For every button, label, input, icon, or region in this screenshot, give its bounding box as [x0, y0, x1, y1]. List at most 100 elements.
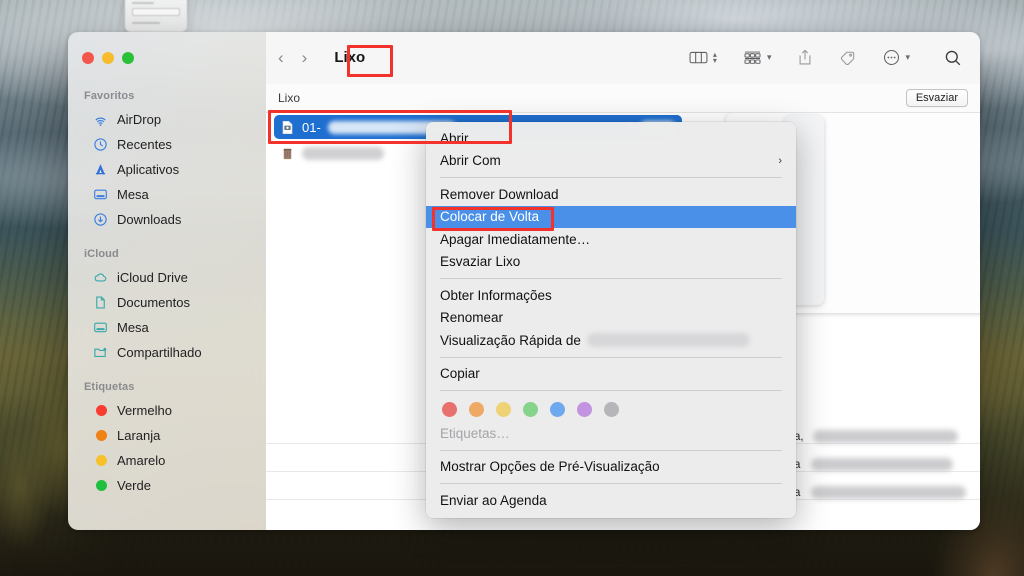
applications-icon — [92, 162, 108, 178]
tag-dot-icon — [92, 403, 108, 419]
sidebar-item-icloud-drive[interactable]: iCloud Drive — [76, 265, 258, 290]
menu-item-abrir[interactable]: Abrir — [426, 127, 796, 150]
menu-separator — [440, 177, 782, 178]
share-icon[interactable] — [797, 49, 813, 66]
sidebar-item-compartilhado[interactable]: Compartilhado — [76, 340, 258, 365]
group-by-icon[interactable] — [743, 50, 762, 65]
menu-item-label: Visualização Rápida de — [440, 332, 581, 348]
tag-color-blue[interactable] — [550, 402, 565, 417]
sidebar-item-label: Mesa — [117, 320, 149, 335]
sidebar-item-mesa-icloud[interactable]: Mesa — [76, 315, 258, 340]
toolbar: ‹ › Lixo ▴ ▾ ▾ ▾ — [266, 32, 980, 84]
tag-color-yellow[interactable] — [496, 402, 511, 417]
minimize-button[interactable] — [102, 52, 114, 64]
sidebar-item-label: Documentos — [117, 295, 190, 310]
menu-item-enviar-ao-agenda[interactable]: Enviar ao Agenda — [426, 489, 796, 512]
tag-dot-icon — [92, 453, 108, 469]
sidebar-item-mesa[interactable]: Mesa — [76, 182, 258, 207]
sidebar-item-documentos[interactable]: Documentos — [76, 290, 258, 315]
sidebar-item-label: Laranja — [117, 428, 161, 443]
chevron-down-icon[interactable]: ▾ — [767, 52, 772, 63]
context-menu: Abrir Abrir Com › Remover Download Coloc… — [426, 122, 796, 518]
menu-item-mostrar-opcoes-previsualizacao[interactable]: Mostrar Opções de Pré-Visualização — [426, 456, 796, 479]
sidebar-item-airdrop[interactable]: AirDrop — [76, 107, 258, 132]
group-by-button[interactable]: ▾ — [743, 50, 772, 65]
more-actions-icon[interactable] — [883, 49, 900, 66]
tag-button[interactable] — [839, 50, 857, 65]
menu-item-label: Esvaziar Lixo — [440, 254, 521, 270]
tag-color-orange[interactable] — [469, 402, 484, 417]
tag-color-red[interactable] — [442, 402, 457, 417]
table-row[interactable] — [274, 141, 394, 165]
sidebar-item-aplicativos[interactable]: Aplicativos — [76, 157, 258, 182]
column-view-icon[interactable] — [689, 50, 708, 65]
screen: Favoritos AirDrop Recentes Aplicativos M… — [0, 0, 1024, 576]
menu-separator — [440, 278, 782, 279]
more-actions-button[interactable]: ▾ — [883, 49, 910, 66]
window-title-wrap: Lixo — [325, 46, 374, 69]
search-icon[interactable] — [944, 49, 962, 67]
sidebar-item-amarelo[interactable]: Amarelo — [76, 448, 258, 473]
sidebar-section-icloud: iCloud — [84, 248, 119, 260]
empty-trash-button[interactable]: Esvaziar — [905, 89, 968, 107]
sidebar-item-verde[interactable]: Verde — [76, 473, 258, 498]
date-cell-redacted — [811, 458, 953, 471]
chevron-updown-icon[interactable]: ▴ ▾ — [713, 50, 717, 64]
menu-item-colocar-de-volta[interactable]: Colocar de Volta — [426, 205, 796, 228]
share-button[interactable] — [797, 49, 813, 66]
navigation-buttons: ‹ › — [278, 49, 307, 66]
menu-item-renomear[interactable]: Renomear — [426, 307, 796, 330]
back-button[interactable]: ‹ — [278, 49, 284, 66]
sidebar-item-vermelho[interactable]: Vermelho — [76, 398, 258, 423]
window-controls — [68, 32, 266, 84]
menu-item-apagar-imediatamente[interactable]: Apagar Imediatamente… — [426, 228, 796, 251]
shared-folder-icon — [92, 345, 108, 361]
sidebar-item-label: Amarelo — [117, 453, 166, 468]
sidebar-item-laranja[interactable]: Laranja — [76, 423, 258, 448]
chevron-down-icon[interactable]: ▾ — [905, 52, 910, 63]
view-switcher[interactable]: ▴ ▾ — [689, 50, 717, 65]
document-icon — [92, 295, 108, 311]
menu-item-esvaziar-lixo[interactable]: Esvaziar Lixo — [426, 251, 796, 274]
sidebar-section-etiquetas: Etiquetas — [84, 381, 135, 393]
close-button[interactable] — [82, 52, 94, 64]
zoom-button[interactable] — [122, 52, 134, 64]
menu-item-etiquetas[interactable]: Etiquetas… — [426, 422, 796, 445]
forward-button[interactable]: › — [302, 49, 308, 66]
sidebar-item-recentes[interactable]: Recentes — [76, 132, 258, 157]
desktop-icon — [92, 320, 108, 336]
menu-item-abrir-com[interactable]: Abrir Com › — [426, 150, 796, 173]
menu-item-label: Renomear — [440, 310, 504, 326]
page-title: Lixo — [334, 49, 366, 66]
menu-item-visualizacao-rapida[interactable]: Visualização Rápida de — [426, 329, 796, 352]
menu-item-copiar[interactable]: Copiar — [426, 363, 796, 386]
menu-item-label: Apagar Imediatamente… — [440, 231, 591, 247]
tag-color-purple[interactable] — [577, 402, 592, 417]
sidebar-item-label: Aplicativos — [117, 162, 180, 177]
clock-icon — [92, 137, 108, 153]
menu-item-label: Etiquetas… — [440, 425, 510, 441]
sidebar-section-favoritos: Favoritos — [84, 90, 135, 102]
sidebar-item-downloads[interactable]: Downloads — [76, 207, 258, 232]
menu-item-obter-informacoes[interactable]: Obter Informações — [426, 284, 796, 307]
background-window-peek[interactable] — [125, 0, 187, 32]
tag-color-green[interactable] — [523, 402, 538, 417]
file-name-visible: 01- — [302, 119, 321, 135]
menu-item-label: Copiar — [440, 366, 480, 382]
quick-look-filename-redacted — [586, 333, 750, 348]
tag-dot-icon — [92, 478, 108, 494]
tag-icon[interactable] — [839, 50, 857, 65]
menu-item-remover-download[interactable]: Remover Download — [426, 183, 796, 206]
download-icon — [92, 212, 108, 228]
menu-item-label: Abrir — [440, 130, 469, 146]
path-bar: Lixo Esvaziar — [266, 84, 980, 113]
trash-file-icon — [280, 146, 295, 161]
menu-item-label: Remover Download — [440, 186, 559, 202]
tag-color-picker[interactable] — [426, 396, 796, 422]
file-icon — [280, 120, 295, 135]
search-button[interactable] — [944, 49, 962, 67]
menu-item-label: Enviar ao Agenda — [440, 492, 547, 508]
desktop-icon — [92, 187, 108, 203]
current-location-label: Lixo — [278, 91, 301, 105]
tag-color-gray[interactable] — [604, 402, 619, 417]
